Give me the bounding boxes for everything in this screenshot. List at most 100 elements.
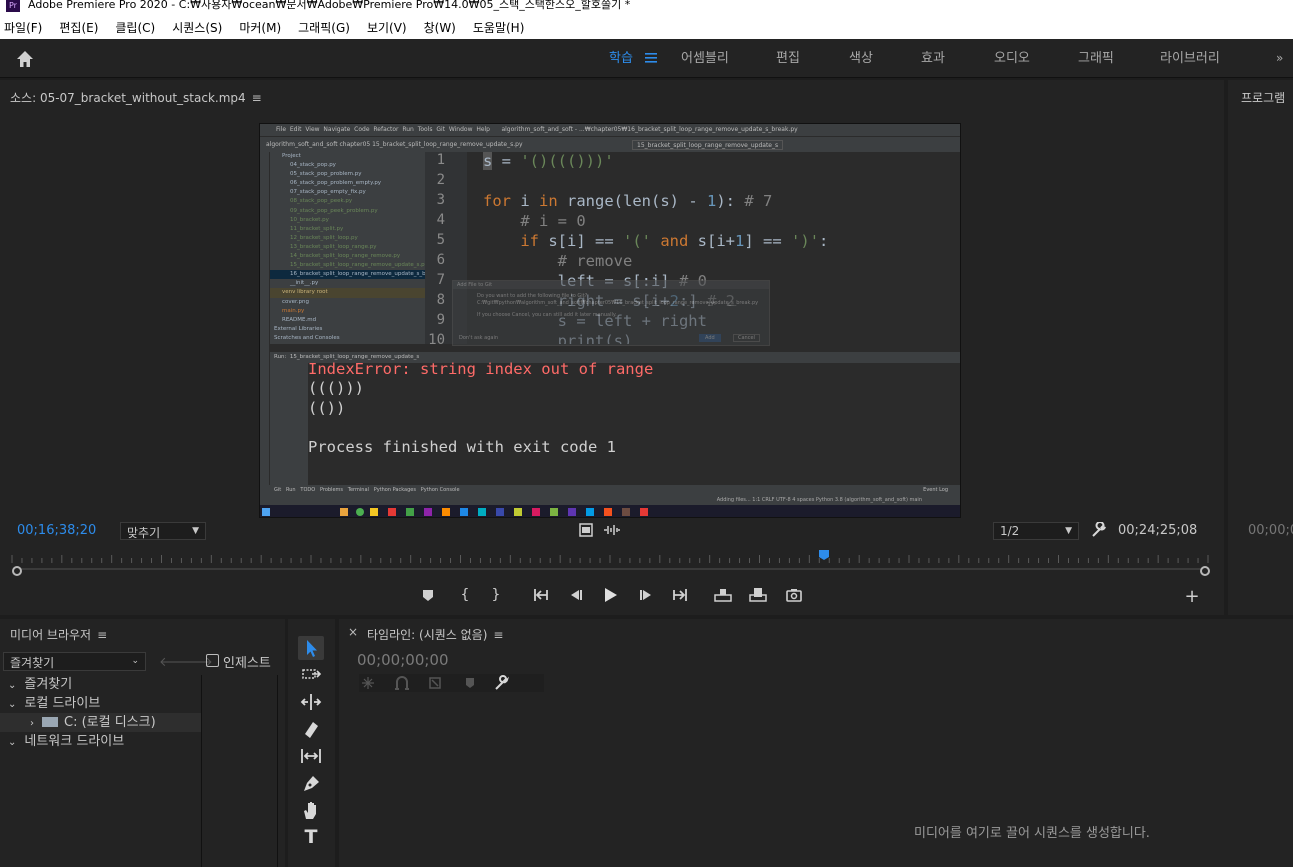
ide-tool-tab: Python Packages	[373, 487, 416, 493]
menu-sequence[interactable]: 시퀀스(S)	[172, 19, 222, 36]
console-output-line: (())	[308, 399, 346, 417]
workspace-overflow-icon[interactable]: »	[1276, 51, 1283, 65]
zoom-handle-right[interactable]	[1200, 566, 1210, 576]
ide-file: 13_bracket_split_loop_range.py	[290, 243, 377, 250]
ide-project-label: Project	[282, 153, 301, 159]
type-tool-icon[interactable]: T	[298, 825, 324, 849]
tree-item-favorites[interactable]: ⌄ 즐겨찾기	[0, 675, 201, 694]
hand-tool-icon[interactable]	[298, 798, 324, 822]
menu-view[interactable]: 보기(V)	[367, 19, 407, 36]
tree-item-network-drives[interactable]: ⌄ 네트워크 드라이브	[0, 732, 201, 751]
tools-panel: T	[288, 619, 335, 867]
zoom-scroll-bar[interactable]	[14, 568, 1208, 570]
workspace-tab-assembly[interactable]: 어셈블리	[681, 39, 729, 78]
workspace-tab-learning[interactable]: 학습	[609, 39, 633, 78]
workspace-tab-editing[interactable]: 편집	[776, 39, 800, 78]
workspace-tab-color[interactable]: 색상	[849, 39, 873, 78]
ingest-checkbox[interactable]	[206, 654, 219, 667]
source-current-timecode[interactable]: 00;16;38;20	[17, 523, 96, 538]
chevron-down-icon: ▼	[192, 526, 199, 536]
workspace-tab-audio[interactable]: 오디오	[994, 39, 1030, 78]
mark-in-icon[interactable]: {	[455, 585, 475, 605]
clip-thumbnail-icon[interactable]	[579, 523, 593, 537]
ide-menu-file: File	[276, 126, 287, 133]
program-panel-title[interactable]: 프로그램	[1241, 89, 1285, 106]
menu-file[interactable]: 파일(F)	[4, 19, 42, 36]
track-select-tool-icon[interactable]	[298, 663, 324, 687]
resolution-dropdown[interactable]: 1/2 ▼	[993, 522, 1079, 540]
media-browser-panel: 미디어 브라우저 ≡ 즐겨찾기 ⌄ 🡐 🡒 인제스트 ⌄ 즐겨찾기 ⌄ 로컬 드라이브 …	[0, 619, 285, 867]
menu-clip[interactable]: 클립(C)	[115, 19, 155, 36]
step-back-icon[interactable]	[566, 585, 586, 605]
add-file-to-git-dialog: Add File to Git Do you want to add the f…	[452, 280, 770, 346]
code-line-6: # remove	[557, 252, 633, 270]
program-timecode[interactable]: 00;00;0	[1248, 523, 1293, 538]
workspace-menu-icon[interactable]	[645, 53, 657, 63]
zoom-handle-left[interactable]	[12, 566, 22, 576]
home-icon[interactable]	[14, 48, 36, 70]
timeline-timecode[interactable]: 00;00;00;00	[357, 651, 449, 669]
overwrite-icon[interactable]	[748, 585, 768, 605]
location-dropdown[interactable]: 즐겨찾기 ⌄	[3, 652, 146, 671]
tree-item-local-drives[interactable]: ⌄ 로컬 드라이브	[0, 694, 201, 713]
source-duration-timecode: 00;24;25;08	[1118, 523, 1198, 538]
pen-tool-icon[interactable]	[298, 771, 324, 795]
media-browser-content	[204, 675, 278, 867]
time-ruler[interactable]	[10, 553, 1210, 563]
marker-icon[interactable]	[418, 585, 438, 605]
source-panel-title[interactable]: 소스: 05-07_bracket_without_stack.mp4 ≡	[10, 89, 262, 106]
program-monitor-panel: 프로그램 00;00;0	[1228, 80, 1293, 615]
workspace-tab-libraries[interactable]: 라이브러리	[1160, 39, 1220, 78]
dialog-path: C:₩git₩python₩algorithm_soft_and_soft₩ch…	[477, 300, 759, 306]
menu-edit[interactable]: 편집(E)	[59, 19, 98, 36]
close-icon[interactable]: ×	[348, 625, 358, 639]
go-to-in-icon[interactable]	[531, 585, 551, 605]
line-number: 6	[436, 252, 445, 268]
slip-tool-icon[interactable]	[298, 744, 324, 768]
media-browser-title[interactable]: 미디어 브라우저 ≡	[10, 626, 107, 643]
tree-item-c-drive[interactable]: › C: (로컬 디스크)	[0, 713, 201, 732]
source-video-frame[interactable]: File Edit View Navigate Code Refactor Ru…	[259, 123, 961, 518]
timeline-toolbar	[359, 674, 544, 692]
menu-bar: 파일(F) 편집(E) 클립(C) 시퀀스(S) 마커(M) 그래픽(G) 보기…	[0, 15, 1293, 39]
menu-window[interactable]: 창(W)	[424, 19, 456, 36]
menu-graphics[interactable]: 그래픽(G)	[298, 19, 350, 36]
line-number: 7	[436, 272, 445, 288]
go-to-out-icon[interactable]	[670, 585, 690, 605]
playhead-marker[interactable]	[818, 549, 830, 561]
ide-menu-help: Help	[476, 126, 490, 133]
workspace-tab-effects[interactable]: 효과	[921, 39, 945, 78]
source-panel-title-text: 소스: 05-07_bracket_without_stack.mp4	[10, 91, 246, 105]
play-icon[interactable]	[600, 585, 620, 605]
ide-menu-edit: Edit	[289, 126, 302, 133]
razor-tool-icon[interactable]	[298, 717, 324, 741]
ide-menu-bar: File Edit View Navigate Code Refactor Ru…	[260, 124, 960, 136]
selection-tool-icon[interactable]	[298, 636, 324, 660]
panel-menu-icon[interactable]: ≡	[493, 628, 503, 642]
ide-status-bar: Adding files... 1:1 CRLF UTF-8 4 spaces …	[260, 496, 960, 505]
export-frame-icon[interactable]	[784, 585, 804, 605]
panel-menu-icon[interactable]: ≡	[97, 628, 107, 642]
timeline-title[interactable]: 타임라인: (시퀀스 없음) ≡	[367, 626, 503, 643]
wrench-icon[interactable]	[1091, 522, 1107, 538]
menu-marker[interactable]: 마커(M)	[239, 19, 281, 36]
panel-menu-icon[interactable]: ≡	[252, 91, 262, 105]
workspace-tab-graphics[interactable]: 그래픽	[1078, 39, 1114, 78]
line-number: 3	[436, 192, 445, 208]
line-number: 9	[436, 312, 445, 328]
ripple-edit-tool-icon[interactable]	[298, 690, 324, 714]
audio-waveform-icon[interactable]	[603, 524, 621, 536]
fit-dropdown[interactable]: 맞추기 ▼	[120, 522, 206, 540]
add-button-icon[interactable]: +	[1182, 587, 1202, 607]
timeline-empty-message: 미디어를 여기로 끌어 시퀀스를 생성합니다.	[914, 826, 1150, 841]
windows-taskbar	[260, 505, 960, 517]
code-line-3: for i in range(len(s) - 1): # 7	[483, 192, 773, 210]
mark-out-icon[interactable]: }	[486, 585, 506, 605]
menu-help[interactable]: 도움말(H)	[473, 19, 525, 36]
insert-icon[interactable]	[713, 585, 733, 605]
line-number: 8	[436, 292, 445, 308]
ide-left-toolstrip	[260, 152, 270, 492]
step-forward-icon[interactable]	[636, 585, 656, 605]
ide-tool-tab: Terminal	[347, 487, 369, 493]
line-number: 5	[436, 232, 445, 248]
